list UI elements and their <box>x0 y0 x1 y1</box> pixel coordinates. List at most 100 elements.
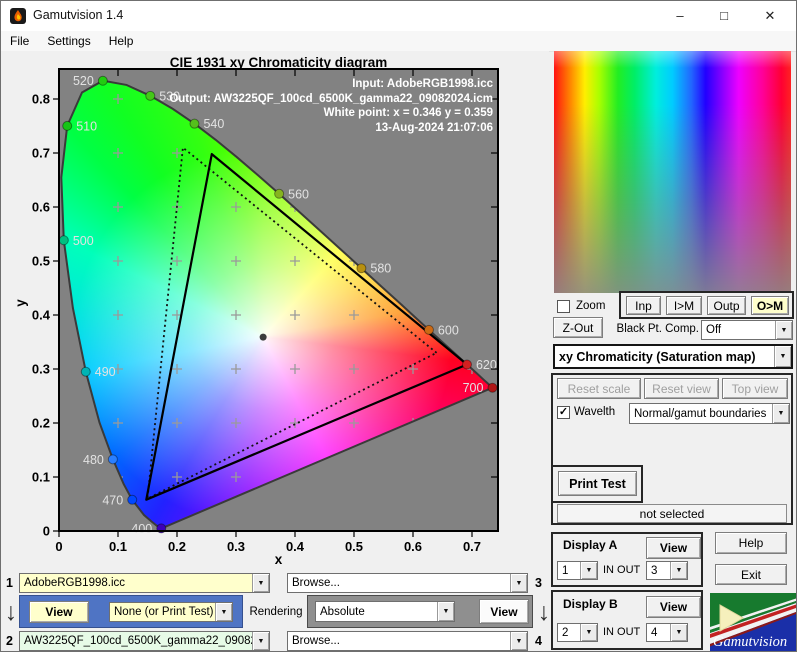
chevron-down-icon[interactable]: ▼ <box>252 574 269 592</box>
maximize-button[interactable]: □ <box>702 1 746 31</box>
chevron-down-icon[interactable]: ▼ <box>670 624 687 641</box>
plot-area[interactable] <box>59 69 498 531</box>
close-button[interactable]: ✕ <box>748 1 792 31</box>
svg-text:0.6: 0.6 <box>404 539 422 554</box>
menu-bar: File Settings Help <box>1 31 796 52</box>
black-pt-comp-label: Black Pt. Comp. <box>605 323 699 335</box>
display-a-out-combo[interactable]: 3 ▼ <box>646 561 688 580</box>
display-b-view-button[interactable]: View <box>646 596 701 618</box>
chevron-down-icon[interactable]: ▼ <box>510 632 527 650</box>
view-mode-combo[interactable]: xy Chromaticity (Saturation map) ▼ <box>553 344 793 369</box>
display-b-in-combo[interactable]: 2 ▼ <box>557 623 598 642</box>
i-to-m-button[interactable]: I>M <box>666 296 702 315</box>
browse-4-value: Browse... <box>288 635 510 647</box>
chevron-down-icon[interactable]: ▼ <box>580 562 597 579</box>
svg-text:0.6: 0.6 <box>32 200 50 215</box>
rendering-label: Rendering <box>245 595 307 628</box>
browse-combo-4[interactable]: Browse... ▼ <box>287 631 528 651</box>
svg-text:0.3: 0.3 <box>32 362 50 377</box>
svg-text:0.4: 0.4 <box>286 539 305 554</box>
view-output-button[interactable]: View <box>479 599 529 624</box>
annotation-datetime: 13-Aug-2024 21:07:06 <box>169 121 493 136</box>
black-pt-comp-value: Off <box>702 324 775 336</box>
svg-text:0.2: 0.2 <box>168 539 186 554</box>
zoom-checkbox[interactable] <box>557 300 570 313</box>
print-test-button[interactable]: Print Test <box>558 471 637 496</box>
annotation-whitepoint: White point: x = 0.346 y = 0.359 <box>169 106 493 121</box>
view-input-button[interactable]: View <box>29 601 89 623</box>
browse-combo-3[interactable]: Browse... ▼ <box>287 573 528 593</box>
reset-scale-button[interactable]: Reset scale <box>557 378 641 399</box>
display-a-in-value: 1 <box>558 565 580 577</box>
menu-file[interactable]: File <box>1 32 38 50</box>
svg-text:0.3: 0.3 <box>227 539 245 554</box>
x-axis-label: x <box>275 552 283 567</box>
print-test-select-combo[interactable]: None (or Print Test) ▼ <box>109 602 233 622</box>
chevron-down-icon[interactable]: ▼ <box>510 574 527 592</box>
chevron-down-icon[interactable]: ▼ <box>252 632 269 650</box>
print-test-select-value: None (or Print Test) <box>110 606 215 618</box>
chromaticity-figure: CIE 1931 xy Chromaticity diagram 4004704… <box>1 51 549 571</box>
inp-button[interactable]: Inp <box>626 296 661 315</box>
slot1-number: 1 <box>6 576 13 590</box>
browse-3-value: Browse... <box>288 577 510 589</box>
outp-button[interactable]: Outp <box>707 296 746 315</box>
svg-text:0.1: 0.1 <box>109 539 127 554</box>
chevron-down-icon[interactable]: ▼ <box>775 321 792 339</box>
display-b-in-value: 2 <box>558 627 580 639</box>
display-a-view-button[interactable]: View <box>646 537 701 559</box>
window-title: Gamutvision 1.4 <box>33 8 123 22</box>
chevron-down-icon[interactable]: ▼ <box>215 603 232 621</box>
zoom-checkbox-label: Zoom <box>576 300 605 312</box>
menu-settings[interactable]: Settings <box>38 32 99 50</box>
svg-text:0.4: 0.4 <box>32 308 51 323</box>
display-b-inout-label: IN OUT <box>603 626 640 638</box>
wavelth-checkbox[interactable]: ✓ <box>557 406 570 419</box>
display-b-out-combo[interactable]: 4 ▼ <box>646 623 688 642</box>
minimize-button[interactable]: – <box>658 1 702 31</box>
o-to-m-button[interactable]: O>M <box>751 296 789 315</box>
svg-text:0.8: 0.8 <box>32 92 50 107</box>
title-bar: Gamutvision 1.4 – □ ✕ <box>1 1 796 32</box>
display-a-in-combo[interactable]: 1 ▼ <box>557 561 598 580</box>
svg-text:0.5: 0.5 <box>32 254 50 269</box>
app-icon <box>10 8 26 24</box>
black-pt-comp-combo[interactable]: Off ▼ <box>701 320 793 340</box>
gamutvision-logo: Gamutvision <box>710 593 796 651</box>
reset-view-button[interactable]: Reset view <box>644 378 719 399</box>
saturation-map-preview <box>554 51 791 293</box>
chevron-down-icon[interactable]: ▼ <box>772 404 789 423</box>
chevron-down-icon[interactable]: ▼ <box>774 346 791 367</box>
rendering-intent-combo[interactable]: Absolute ▼ <box>315 601 455 622</box>
display-a-inout-label: IN OUT <box>603 564 640 576</box>
display-a-out-value: 3 <box>647 565 670 577</box>
svg-text:0: 0 <box>43 524 50 539</box>
wavelth-label: Wavelth <box>574 406 615 418</box>
z-out-button[interactable]: Z-Out <box>553 317 603 338</box>
wavelth-value: Normal/gamut boundaries <box>630 408 772 420</box>
input-profile-combo[interactable]: AdobeRGB1998.icc ▼ <box>19 573 270 593</box>
spectral-locus-fill <box>59 69 498 531</box>
chevron-down-icon[interactable]: ▼ <box>580 624 597 641</box>
svg-text:Gamutvision: Gamutvision <box>713 634 787 650</box>
top-view-button[interactable]: Top view <box>722 378 788 399</box>
chevron-down-icon[interactable]: ▼ <box>437 602 454 621</box>
down-arrow-right-icon: ↓ <box>537 596 551 628</box>
slot2-number: 2 <box>6 634 13 648</box>
svg-text:0.7: 0.7 <box>463 539 481 554</box>
plot-annotation: Input: AdobeRGB1998.icc Output: AW3225QF… <box>169 77 493 135</box>
wavelth-combo[interactable]: Normal/gamut boundaries ▼ <box>629 403 790 424</box>
help-button[interactable]: Help <box>715 532 787 554</box>
slot4-number: 4 <box>535 634 542 648</box>
y-axis-label: y <box>13 299 28 307</box>
output-profile-combo[interactable]: AW3225QF_100cd_6500K_gamma22_0908202 ▼ <box>19 631 270 651</box>
display-b-label: Display B <box>563 597 618 611</box>
input-profile-value: AdobeRGB1998.icc <box>20 577 252 589</box>
menu-help[interactable]: Help <box>100 32 143 50</box>
svg-text:0.5: 0.5 <box>345 539 363 554</box>
annotation-input: Input: AdobeRGB1998.icc <box>169 77 493 92</box>
exit-button[interactable]: Exit <box>715 564 787 585</box>
svg-text:0.2: 0.2 <box>32 416 50 431</box>
chevron-down-icon[interactable]: ▼ <box>670 562 687 579</box>
rendering-intent-value: Absolute <box>316 606 437 618</box>
